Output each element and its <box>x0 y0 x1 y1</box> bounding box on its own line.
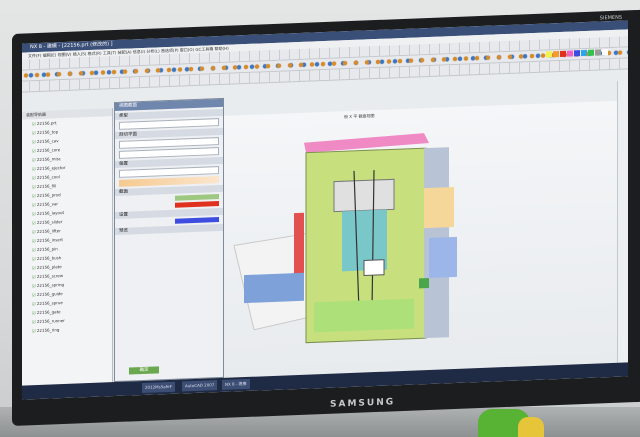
navigator-list: 22156.prt22156_top22156_cav22156_core221… <box>22 116 112 335</box>
taskbar-item[interactable]: 2012MsSafeF <box>142 381 175 394</box>
blue-block <box>244 272 304 304</box>
palette-swatch[interactable] <box>595 49 601 56</box>
section-color-blue[interactable] <box>175 217 219 224</box>
ejector-plate <box>314 298 414 333</box>
palette-swatch[interactable] <box>546 51 552 58</box>
yellow-toy <box>518 417 544 437</box>
taskbar-item[interactable]: AutoCAD 2007 <box>182 380 218 392</box>
view-label: 俯 X 平 截面视图 <box>344 113 375 120</box>
slider-block <box>424 187 454 229</box>
palette-swatch[interactable] <box>574 50 580 57</box>
taskbar-item[interactable]: NX 8 - 建模 <box>222 378 250 390</box>
palette-swatch[interactable] <box>553 50 559 58</box>
view-section-dialog: 视图截面 类型 剖切平面 偏置 截面 设置 预览 确定 <box>114 97 224 383</box>
palette-swatch[interactable] <box>560 50 566 57</box>
coupler <box>419 277 429 289</box>
dialog-section[interactable]: 预览 <box>115 223 223 236</box>
palette-swatch[interactable] <box>602 49 608 56</box>
guide-block <box>429 236 457 278</box>
brand-logo: SAMSUNG <box>330 397 396 410</box>
screen: NX 8 - 建模 - [22156.prt (修改的) ] 文件(F) 编辑(… <box>22 20 628 400</box>
palette-swatch[interactable] <box>588 49 594 56</box>
monitor: SIEMENS NX 8 - 建模 - [22156.prt (修改的) ] 文… <box>12 9 640 427</box>
assembly-navigator: 装配导航器 22156.prt22156_top22156_cav22156_c… <box>22 108 113 386</box>
section-color-red[interactable] <box>175 201 219 208</box>
graphics-window[interactable]: 俯 X 平 截面视图 <box>224 100 618 378</box>
label-plate <box>363 259 385 276</box>
section-color-green[interactable] <box>175 194 219 201</box>
resource-bar[interactable] <box>617 80 628 363</box>
palette-swatch[interactable] <box>581 49 587 57</box>
cavity-insert <box>333 178 395 213</box>
mold-section-model <box>233 133 457 344</box>
ok-button[interactable]: 确定 <box>129 366 159 375</box>
palette-swatch[interactable] <box>567 50 573 57</box>
